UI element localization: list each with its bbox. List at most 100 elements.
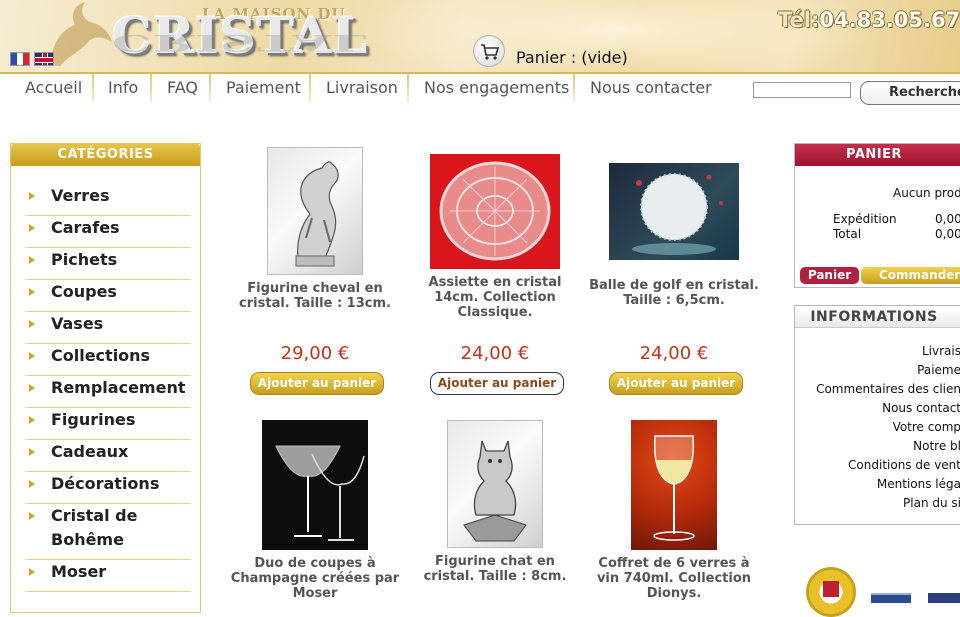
cart-status[interactable]: Panier : (vide) bbox=[516, 48, 628, 67]
phone-label: Tél: bbox=[778, 8, 820, 32]
category-coupes[interactable]: Coupes bbox=[25, 280, 191, 312]
product-image-crystal-plate[interactable] bbox=[430, 154, 560, 269]
add-to-cart-button[interactable]: Ajouter au panier bbox=[250, 372, 384, 395]
nav-separator bbox=[92, 74, 94, 102]
arrow-right-icon bbox=[29, 192, 35, 200]
product-image-crystal-golf-ball[interactable] bbox=[609, 163, 739, 260]
arrow-right-icon bbox=[29, 480, 35, 488]
product-image-crystal-cat[interactable] bbox=[447, 420, 543, 548]
arrow-right-icon bbox=[29, 320, 35, 328]
shipping-label: Expédition bbox=[833, 212, 897, 226]
checkout-button[interactable]: Commander bbox=[861, 267, 960, 284]
product-name[interactable]: Figurine cheval en cristal. Taille : 13c… bbox=[230, 281, 400, 311]
categories-panel: CATÉGORIES Verres Carafes Pichets Coupes… bbox=[10, 143, 201, 613]
product-image-wine-glass[interactable] bbox=[631, 420, 717, 550]
category-cristal-boheme[interactable]: Cristal de Bohême bbox=[25, 504, 191, 560]
arrow-right-icon bbox=[29, 568, 35, 576]
product-card: Duo de coupes à Champagne créées par Mos… bbox=[230, 420, 400, 601]
product-price: 24,00 € bbox=[639, 343, 709, 364]
partner-badge-icon bbox=[871, 593, 911, 603]
arrow-right-icon bbox=[29, 288, 35, 296]
nav-livraison[interactable]: Livraison bbox=[326, 78, 398, 97]
product-card: Figurine chat en cristal. Taille : 8cm. bbox=[410, 420, 580, 600]
flag-fr-icon[interactable] bbox=[10, 52, 30, 66]
info-link-conditions[interactable]: Conditions de vent bbox=[795, 456, 960, 475]
cart-icon[interactable] bbox=[473, 35, 505, 67]
product-card: Assiette en cristal 14cm. Collection Cla… bbox=[410, 147, 580, 397]
category-carafes[interactable]: Carafes bbox=[25, 216, 191, 248]
shipping-value: 0,00 bbox=[935, 212, 960, 226]
nav-separator bbox=[407, 74, 409, 102]
nav-separator bbox=[309, 74, 311, 102]
product-name[interactable]: Figurine chat en cristal. Taille : 8cm. bbox=[410, 554, 580, 584]
categories-list: Verres Carafes Pichets Coupes Vases Coll… bbox=[25, 184, 191, 592]
info-link-mentions[interactable]: Mentions léga bbox=[795, 475, 960, 494]
arrow-right-icon bbox=[29, 448, 35, 456]
nav-info[interactable]: Info bbox=[108, 78, 138, 97]
phone-number: Tél:04.83.05.67. bbox=[778, 8, 960, 32]
info-link-plan[interactable]: Plan du si bbox=[795, 494, 960, 513]
logo-reflection: CRISTAL bbox=[112, 29, 369, 56]
category-decorations[interactable]: Décorations bbox=[25, 472, 191, 504]
arrow-right-icon bbox=[29, 416, 35, 424]
categories-title: CATÉGORIES bbox=[11, 144, 200, 166]
quality-seal-icon bbox=[806, 567, 856, 617]
search-button[interactable]: Recherche bbox=[860, 81, 960, 105]
flag-uk-icon[interactable] bbox=[34, 52, 54, 66]
product-name[interactable]: Coffret de 6 verres à vin 740ml. Collect… bbox=[589, 556, 759, 601]
nav-separator bbox=[573, 74, 575, 102]
nav-engagements[interactable]: Nos engagements bbox=[424, 78, 569, 97]
arrow-right-icon bbox=[29, 384, 35, 392]
product-image-champagne-coupes[interactable] bbox=[262, 420, 368, 550]
product-card: Balle de golf en cristal. Taille : 6,5cm… bbox=[589, 147, 759, 397]
cart-panel: PANIER Aucun prod Expédition 0,00 Total … bbox=[794, 143, 960, 288]
product-price: 29,00 € bbox=[280, 343, 350, 364]
cart-panel-title: PANIER bbox=[795, 144, 960, 166]
category-verres[interactable]: Verres bbox=[25, 184, 191, 216]
nav-contact[interactable]: Nous contacter bbox=[590, 78, 712, 97]
information-title: INFORMATIONS bbox=[795, 306, 960, 328]
info-link-livraison[interactable]: Livrais bbox=[795, 342, 960, 361]
nav-separator bbox=[209, 74, 211, 102]
category-figurines[interactable]: Figurines bbox=[25, 408, 191, 440]
add-to-cart-button[interactable]: Ajouter au panier bbox=[430, 372, 564, 395]
cart-empty-text: Aucun prod bbox=[893, 186, 960, 200]
nav-paiement[interactable]: Paiement bbox=[226, 78, 301, 97]
product-name[interactable]: Balle de golf en cristal. Taille : 6,5cm… bbox=[589, 278, 759, 308]
product-name[interactable]: Duo de coupes à Champagne créées par Mos… bbox=[230, 556, 400, 601]
info-link-paiement[interactable]: Paieme bbox=[795, 361, 960, 380]
info-link-compte[interactable]: Votre comp bbox=[795, 418, 960, 437]
main-nav: Accueil Info FAQ Paiement Livraison Nos … bbox=[0, 72, 960, 105]
view-cart-button[interactable]: Panier bbox=[800, 267, 859, 284]
category-collections[interactable]: Collections bbox=[25, 344, 191, 376]
product-name[interactable]: Assiette en cristal 14cm. Collection Cla… bbox=[410, 275, 580, 320]
product-card: Figurine cheval en cristal. Taille : 13c… bbox=[230, 147, 400, 397]
category-moser[interactable]: Moser bbox=[25, 560, 191, 592]
category-vases[interactable]: Vases bbox=[25, 312, 191, 344]
phone-value: 04.83.05.67. bbox=[819, 8, 960, 32]
arrow-right-icon bbox=[29, 512, 35, 520]
category-cadeaux[interactable]: Cadeaux bbox=[25, 440, 191, 472]
information-list: Livrais Paieme Commentaires des clien No… bbox=[795, 342, 960, 513]
total-label: Total bbox=[833, 227, 862, 241]
add-to-cart-button[interactable]: Ajouter au panier bbox=[609, 372, 743, 395]
product-image-crystal-horse[interactable] bbox=[267, 147, 363, 275]
info-link-blog[interactable]: Notre bl bbox=[795, 437, 960, 456]
arrow-right-icon bbox=[29, 352, 35, 360]
search-input[interactable] bbox=[753, 82, 851, 98]
product-card: Coffret de 6 verres à vin 740ml. Collect… bbox=[589, 420, 759, 601]
info-link-commentaires[interactable]: Commentaires des clien bbox=[795, 380, 960, 399]
category-remplacement[interactable]: Remplacement bbox=[25, 376, 191, 408]
nav-separator bbox=[150, 74, 152, 102]
information-panel: INFORMATIONS Livrais Paieme Commentaires… bbox=[794, 305, 960, 525]
nav-faq[interactable]: FAQ bbox=[167, 78, 198, 97]
partner-badge-icon bbox=[928, 593, 960, 603]
site-header: LA MAISON DU CRISTAL CRISTAL Panier : (v… bbox=[0, 0, 960, 90]
arrow-right-icon bbox=[29, 256, 35, 264]
info-link-contact[interactable]: Nous contact bbox=[795, 399, 960, 418]
category-pichets[interactable]: Pichets bbox=[25, 248, 191, 280]
nav-accueil[interactable]: Accueil bbox=[25, 78, 82, 97]
arrow-right-icon bbox=[29, 224, 35, 232]
total-value: 0,00 bbox=[935, 227, 960, 241]
product-price: 24,00 € bbox=[460, 343, 530, 364]
